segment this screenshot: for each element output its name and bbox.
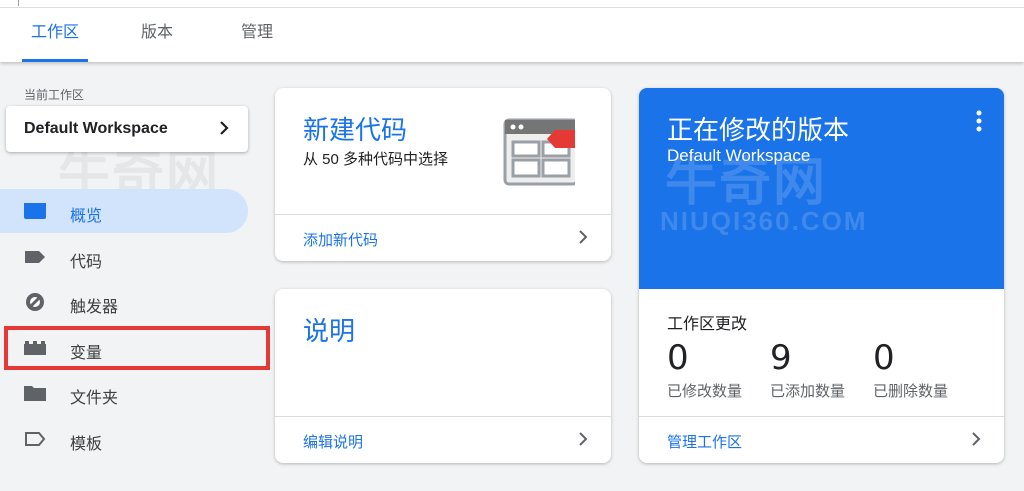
stat-value: 0	[873, 338, 895, 378]
sidebar-item-label: 变量	[70, 345, 103, 362]
edit-description-link[interactable]: 编辑说明	[275, 416, 611, 463]
new-tag-title: 新建代码	[303, 115, 408, 145]
workspace-changes-label: 工作区更改	[667, 316, 748, 333]
tab-workspace[interactable]: 工作区	[22, 8, 88, 62]
sidebar-item-label: 代码	[70, 254, 103, 271]
chevron-right-icon	[579, 230, 588, 244]
version-subtitle: Default Workspace	[667, 146, 811, 165]
workspace-version-card: 正在修改的版本 Default Workspace 工作区更改 0 已修改数量 …	[639, 88, 1004, 463]
template-icon	[25, 432, 46, 446]
sidebar-item-templates[interactable]: 模板	[0, 417, 248, 461]
top-strip-divider	[18, 0, 19, 6]
stat-label: 已修改数量	[667, 383, 743, 400]
stat-value: 9	[770, 338, 792, 378]
sidebar-item-overview[interactable]: 概览	[0, 189, 248, 233]
stat-deleted: 0 已删除数量	[873, 338, 948, 401]
sidebar-item-tags[interactable]: 代码	[0, 235, 248, 279]
tag-illustration-icon	[503, 118, 575, 186]
edit-description-label: 编辑说明	[303, 434, 364, 451]
tab-bar: 工作区 版本 管理	[0, 8, 1024, 62]
workspace-selector[interactable]: Default Workspace	[6, 106, 248, 152]
chevron-right-icon	[220, 121, 229, 135]
overview-icon	[24, 203, 46, 219]
sidebar-item-label: 概览	[70, 208, 103, 225]
stat-value: 0	[667, 338, 689, 378]
tab-admin[interactable]: 管理	[230, 8, 284, 62]
add-new-tag-label: 添加新代码	[303, 232, 379, 249]
stat-modified: 0 已修改数量	[667, 338, 742, 401]
workspace-name: Default Workspace	[24, 120, 168, 137]
stat-added: 9 已添加数量	[770, 338, 845, 401]
sidebar-item-folders[interactable]: 文件夹	[0, 371, 248, 415]
description-card: 说明 编辑说明	[275, 289, 611, 463]
stat-label: 已删除数量	[873, 383, 949, 400]
sidebar-item-label: 触发器	[70, 299, 119, 316]
new-tag-subtitle: 从 50 多种代码中选择	[303, 151, 449, 168]
stat-label: 已添加数量	[770, 383, 846, 400]
tag-icon	[25, 251, 45, 263]
add-new-tag-link[interactable]: 添加新代码	[275, 214, 611, 261]
sidebar-item-label: 文件夹	[70, 390, 119, 407]
sidebar-item-triggers[interactable]: 触发器	[0, 280, 248, 324]
sidebar-item-label: 模板	[70, 436, 103, 453]
new-tag-card: 新建代码 从 50 多种代码中选择 添加新代码	[275, 88, 611, 261]
tab-versions[interactable]: 版本	[130, 8, 184, 62]
manage-workspaces-label: 管理工作区	[667, 434, 743, 451]
chevron-right-icon	[579, 432, 588, 446]
manage-workspaces-link[interactable]: 管理工作区	[639, 416, 1004, 463]
top-strip	[0, 0, 1024, 8]
version-title: 正在修改的版本	[667, 115, 850, 145]
current-workspace-label: 当前工作区	[24, 88, 85, 102]
description-title: 说明	[303, 316, 356, 346]
folder-icon	[24, 386, 46, 401]
sidebar-item-variables[interactable]: 变量	[0, 326, 248, 370]
variable-icon	[24, 341, 46, 355]
trigger-icon	[26, 293, 44, 311]
version-header: 正在修改的版本 Default Workspace	[639, 88, 1004, 289]
chevron-right-icon	[972, 432, 981, 446]
more-vert-icon[interactable]	[976, 110, 982, 132]
